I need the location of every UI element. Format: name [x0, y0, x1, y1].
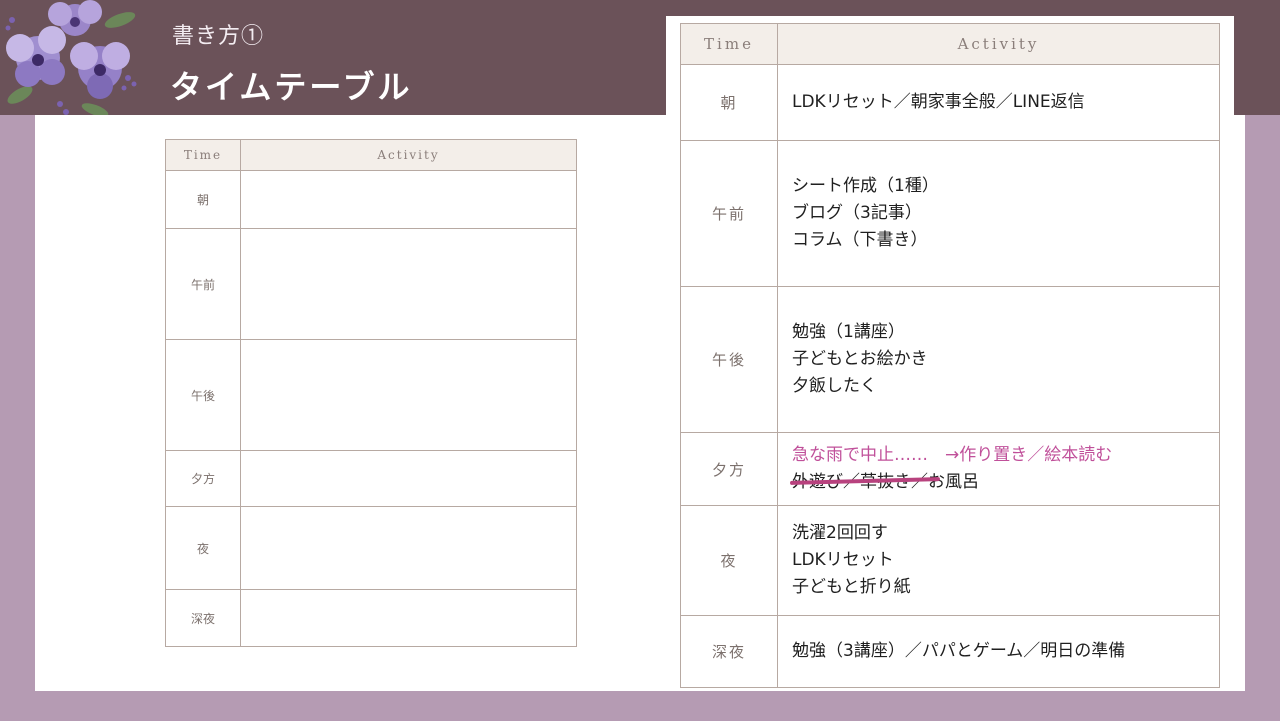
time-column-header: Time — [680, 23, 778, 65]
activity-line: ブログ（3記事） — [792, 203, 922, 223]
time-cell: 午後 — [680, 286, 778, 433]
activity-cell — [240, 228, 577, 340]
struck-activity: 外遊び／草抜き／ — [789, 469, 941, 496]
handwritten-note: 急な雨で中止…… →作り置き／絵本読む — [792, 445, 1113, 465]
activity-cell — [240, 170, 577, 229]
time-cell: 朝 — [680, 64, 778, 141]
time-cell: 深夜 — [165, 589, 241, 647]
activity-line: 勉強（3講座）／パパとゲーム／明日の準備 — [792, 641, 1126, 661]
page-title: タイムテーブル — [170, 68, 413, 106]
table-row: 夜 洗濯2回回す LDKリセット 子どもと折り紙 — [680, 505, 1220, 616]
table-row: 午後 — [165, 339, 577, 451]
activity-cell: シート作成（1種） ブログ（3記事） コラム（下書き） — [777, 140, 1220, 287]
page-subtitle: 書き方① — [172, 24, 265, 49]
filled-timetable: Time Activity 朝 LDKリセット／朝家事全般／LINE返信 午前 … — [680, 23, 1220, 688]
time-column-header: Time — [165, 139, 241, 171]
table-row: 午後 勉強（1講座） 子どもとお絵かき 夕飯したく — [680, 286, 1220, 433]
table-row: 午前 — [165, 228, 577, 340]
activity-line: 子どもと折り紙 — [792, 577, 911, 597]
table-row: 夜 — [165, 506, 577, 590]
time-cell: 夕方 — [680, 432, 778, 506]
time-cell: 深夜 — [680, 615, 778, 688]
activity-cell: 急な雨で中止…… →作り置き／絵本読む 外遊び／草抜き／ お風呂 — [777, 432, 1220, 506]
table-row: 夕方 — [165, 450, 577, 507]
activity-line: LDKリセット／朝家事全般／LINE返信 — [792, 92, 1085, 112]
activity-column-header: Activity — [777, 23, 1220, 65]
table-row: 午前 シート作成（1種） ブログ（3記事） コラム（下書き） — [680, 140, 1220, 287]
activity-line: コラム（下書き） — [792, 230, 928, 250]
activity-cell: 勉強（3講座）／パパとゲーム／明日の準備 — [777, 615, 1220, 688]
table-row: 深夜 勉強（3講座）／パパとゲーム／明日の準備 — [680, 615, 1220, 688]
time-cell: 午後 — [165, 339, 241, 451]
activity-line: 勉強（1講座） — [792, 322, 905, 342]
blank-timetable: Time Activity 朝 午前 午後 夕方 夜 深夜 — [165, 139, 577, 647]
time-cell: 夜 — [165, 506, 241, 590]
activity-cell: 洗濯2回回す LDKリセット 子どもと折り紙 — [777, 505, 1220, 616]
activity-cell — [240, 450, 577, 507]
time-cell: 夜 — [680, 505, 778, 616]
activity-cell: 勉強（1講座） 子どもとお絵かき 夕飯したく — [777, 286, 1220, 433]
activity-cell — [240, 506, 577, 590]
time-cell: 夕方 — [165, 450, 241, 507]
activity-column-header: Activity — [240, 139, 577, 171]
activity-line: 洗濯2回回す — [792, 523, 888, 543]
time-cell: 午前 — [680, 140, 778, 287]
table-row: 夕方 急な雨で中止…… →作り置き／絵本読む 外遊び／草抜き／ お風呂 — [680, 432, 1220, 506]
activity-cell — [240, 589, 577, 647]
activity-line: 子どもとお絵かき — [792, 349, 928, 369]
activity-line: LDKリセット — [792, 550, 894, 570]
time-cell: 朝 — [165, 170, 241, 229]
time-cell: 午前 — [165, 228, 241, 340]
activity-cell — [240, 339, 577, 451]
table-row: 朝 — [165, 170, 577, 229]
activity-line: シート作成（1種） — [792, 176, 939, 196]
activity-line: 夕飯したく — [792, 376, 877, 396]
activity-cell: LDKリセット／朝家事全般／LINE返信 — [777, 64, 1220, 141]
table-row: 深夜 — [165, 589, 577, 647]
activity-line: お風呂 — [928, 472, 979, 492]
table-row: 朝 LDKリセット／朝家事全般／LINE返信 — [680, 64, 1220, 141]
